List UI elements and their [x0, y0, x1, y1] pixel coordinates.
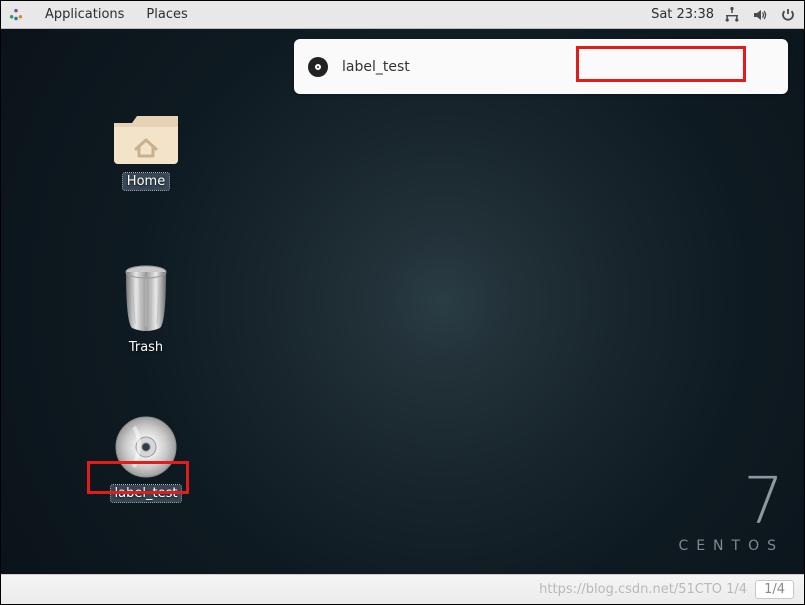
os-version: 7 [678, 470, 784, 534]
apps-icon [9, 8, 23, 22]
desktop[interactable]: label_test Home [1, 29, 804, 574]
page-indicator: 1/4 [755, 580, 794, 599]
trash-icon [118, 262, 174, 334]
home-folder-icon [110, 109, 182, 167]
menu-places[interactable]: Places [146, 7, 187, 22]
disc-icon [308, 57, 328, 77]
clock[interactable]: Sat 23:38 [651, 7, 714, 22]
desktop-icons: Home [86, 109, 206, 502]
desktop-icon-disc[interactable]: label_test [86, 415, 206, 502]
desktop-icon-trash[interactable]: Trash [86, 262, 206, 355]
cd-icon [114, 415, 178, 479]
desktop-icon-home[interactable]: Home [86, 109, 206, 190]
system-tray [724, 7, 796, 23]
menu-applications[interactable]: Applications [45, 7, 124, 22]
os-brand: 7 CENTOS [678, 470, 784, 554]
mount-notification[interactable]: label_test [294, 39, 788, 94]
os-name: CENTOS [678, 538, 784, 554]
topbar: Applications Places Sat 23:38 [1, 1, 804, 29]
topbar-menus: Applications Places [9, 7, 188, 22]
watermark-text: https://blog.csdn.net/51CTO 1/4 [539, 582, 747, 597]
screen: Applications Places Sat 23:38 [0, 0, 805, 605]
mount-notification-label: label_test [342, 59, 410, 75]
network-icon[interactable] [724, 7, 740, 23]
desktop-icon-trash-label: Trash [129, 340, 163, 355]
power-icon[interactable] [780, 7, 796, 23]
footer-bar: https://blog.csdn.net/51CTO 1/4 1/4 [1, 574, 804, 604]
volume-icon[interactable] [752, 7, 768, 23]
desktop-icon-home-label: Home [123, 173, 169, 190]
desktop-icon-disc-label: label_test [111, 485, 182, 502]
highlight-box [576, 46, 746, 82]
